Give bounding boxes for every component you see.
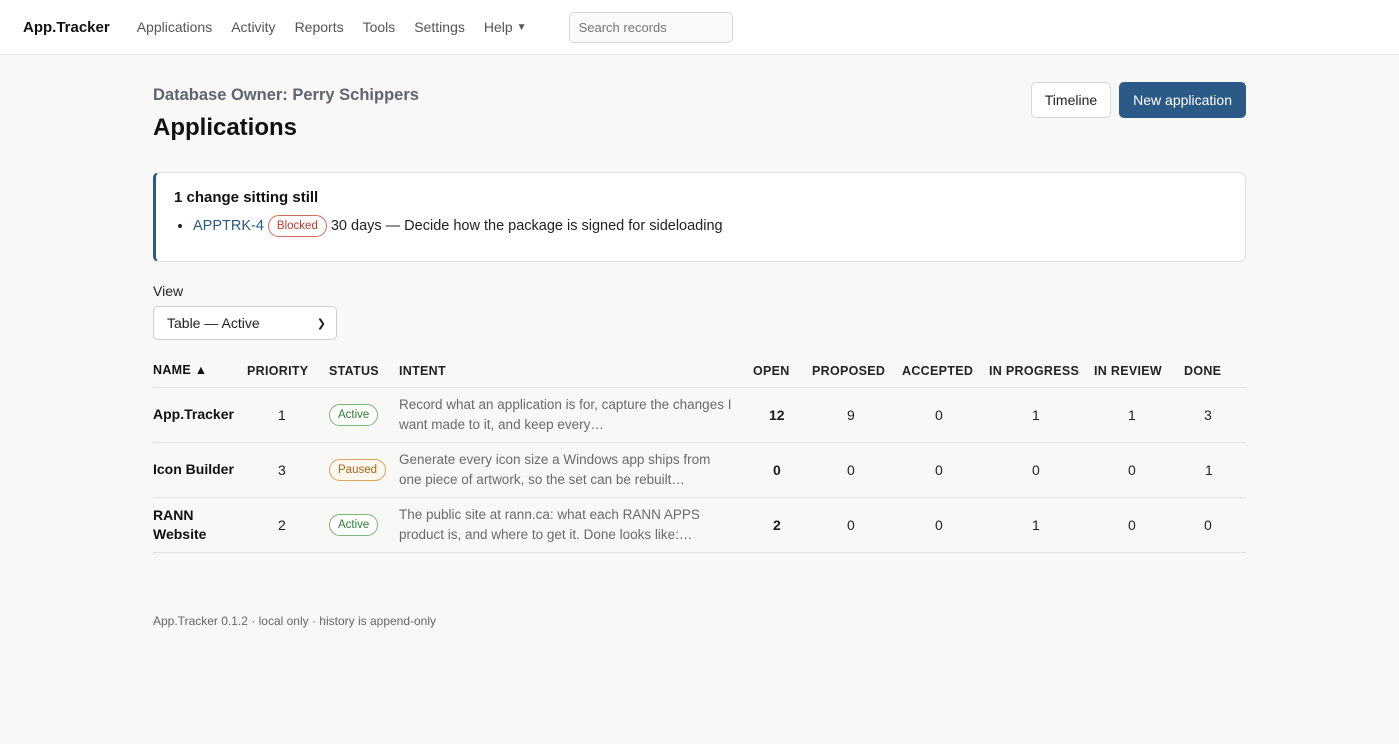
- main-content: Database Owner: Perry Schippers Applicat…: [153, 55, 1246, 628]
- col-in-review[interactable]: IN REVIEW: [1094, 355, 1184, 388]
- done-count: 3: [1184, 387, 1246, 443]
- intent-cell: Generate every icon size a Windows app s…: [399, 442, 753, 498]
- in-progress-count: 1: [989, 387, 1094, 443]
- status-cell: Paused: [329, 442, 399, 498]
- in-progress-count: 0: [989, 442, 1094, 498]
- chevron-down-icon: ❯: [316, 317, 326, 330]
- open-count: 12: [753, 387, 812, 443]
- app-name[interactable]: App.Tracker: [153, 387, 247, 443]
- new-application-button[interactable]: New application: [1119, 82, 1246, 118]
- nav-activity[interactable]: Activity: [231, 19, 275, 35]
- table-row[interactable]: RANN Website 2 Active The public site at…: [153, 497, 1246, 553]
- priority-cell: 1: [247, 387, 329, 443]
- nav-reports[interactable]: Reports: [295, 19, 344, 35]
- status-badge: Paused: [329, 458, 387, 481]
- stalled-changes-alert: 1 change sitting still APPTRK-4 Blocked …: [153, 172, 1246, 262]
- col-accepted[interactable]: ACCEPTED: [902, 355, 989, 388]
- status-cell: Active: [329, 497, 399, 553]
- done-count: 0: [1184, 497, 1246, 553]
- accepted-count: 0: [902, 497, 989, 553]
- change-id-link[interactable]: APPTRK-4: [193, 218, 264, 234]
- priority-cell: 2: [247, 497, 329, 553]
- caret-down-icon: ▼: [516, 21, 527, 33]
- applications-table: NAME ▲ PRIORITY STATUS INTENT OPEN PROPO…: [153, 355, 1246, 553]
- page-header: Database Owner: Perry Schippers Applicat…: [153, 55, 1246, 172]
- table-header-row: NAME ▲ PRIORITY STATUS INTENT OPEN PROPO…: [153, 355, 1246, 388]
- alert-list: APPTRK-4 Blocked 30 days — Decide how th…: [174, 215, 1227, 237]
- col-done[interactable]: DONE: [1184, 355, 1246, 388]
- table-row[interactable]: App.Tracker 1 Active Record what an appl…: [153, 387, 1246, 443]
- search-input[interactable]: [568, 11, 733, 43]
- alert-item: APPTRK-4 Blocked 30 days — Decide how th…: [193, 215, 1227, 237]
- proposed-count: 9: [812, 387, 902, 443]
- priority-cell: 3: [247, 442, 329, 498]
- view-select[interactable]: Table — Active ❯: [153, 306, 337, 340]
- view-selector: View Table — Active ❯: [153, 283, 337, 340]
- col-priority[interactable]: PRIORITY: [247, 355, 329, 388]
- intent-cell: The public site at rann.ca: what each RA…: [399, 497, 753, 553]
- status-badge: Active: [329, 513, 379, 536]
- nav-applications[interactable]: Applications: [137, 19, 213, 35]
- in-progress-count: 1: [989, 497, 1094, 553]
- in-review-count: 0: [1094, 442, 1184, 498]
- top-nav: App.Tracker Applications Activity Report…: [0, 0, 1399, 55]
- view-label: View: [153, 283, 184, 299]
- in-review-count: 0: [1094, 497, 1184, 553]
- open-count: 0: [753, 442, 812, 498]
- col-name[interactable]: NAME ▲: [153, 355, 247, 388]
- database-owner: Database Owner: Perry Schippers: [153, 86, 419, 104]
- nav-tools[interactable]: Tools: [363, 19, 396, 35]
- app-name[interactable]: Icon Builder: [153, 442, 247, 498]
- col-in-progress[interactable]: IN PROGRESS: [989, 355, 1094, 388]
- table-row[interactable]: Icon Builder 3 Paused Generate every ico…: [153, 442, 1246, 498]
- intent-cell: Record what an application is for, captu…: [399, 387, 753, 443]
- accepted-count: 0: [902, 387, 989, 443]
- footer-version: App.Tracker 0.1.2 · local only · history…: [153, 614, 437, 628]
- col-open[interactable]: OPEN: [753, 355, 812, 388]
- accepted-count: 0: [902, 442, 989, 498]
- col-proposed[interactable]: PROPOSED: [812, 355, 902, 388]
- brand-logo[interactable]: App.Tracker: [23, 19, 110, 36]
- status-cell: Active: [329, 387, 399, 443]
- view-select-value: Table — Active: [167, 315, 260, 331]
- proposed-count: 0: [812, 442, 902, 498]
- header-actions: Timeline New application: [1030, 82, 1246, 118]
- col-intent[interactable]: INTENT: [399, 355, 753, 388]
- status-badge: Active: [329, 403, 379, 426]
- blocked-badge: Blocked: [267, 215, 327, 237]
- in-review-count: 1: [1094, 387, 1184, 443]
- done-count: 1: [1184, 442, 1246, 498]
- app-name[interactable]: RANN Website: [153, 497, 247, 553]
- proposed-count: 0: [812, 497, 902, 553]
- open-count: 2: [753, 497, 812, 553]
- alert-item-text: 30 days — Decide how the package is sign…: [330, 218, 723, 234]
- col-status[interactable]: STATUS: [329, 355, 399, 388]
- page-title: Applications: [153, 114, 298, 141]
- timeline-button[interactable]: Timeline: [1030, 82, 1112, 118]
- nav-help[interactable]: Help ▼: [484, 19, 527, 35]
- alert-title: 1 change sitting still: [174, 189, 319, 206]
- nav-settings[interactable]: Settings: [414, 19, 465, 35]
- nav-help-label: Help: [483, 19, 513, 35]
